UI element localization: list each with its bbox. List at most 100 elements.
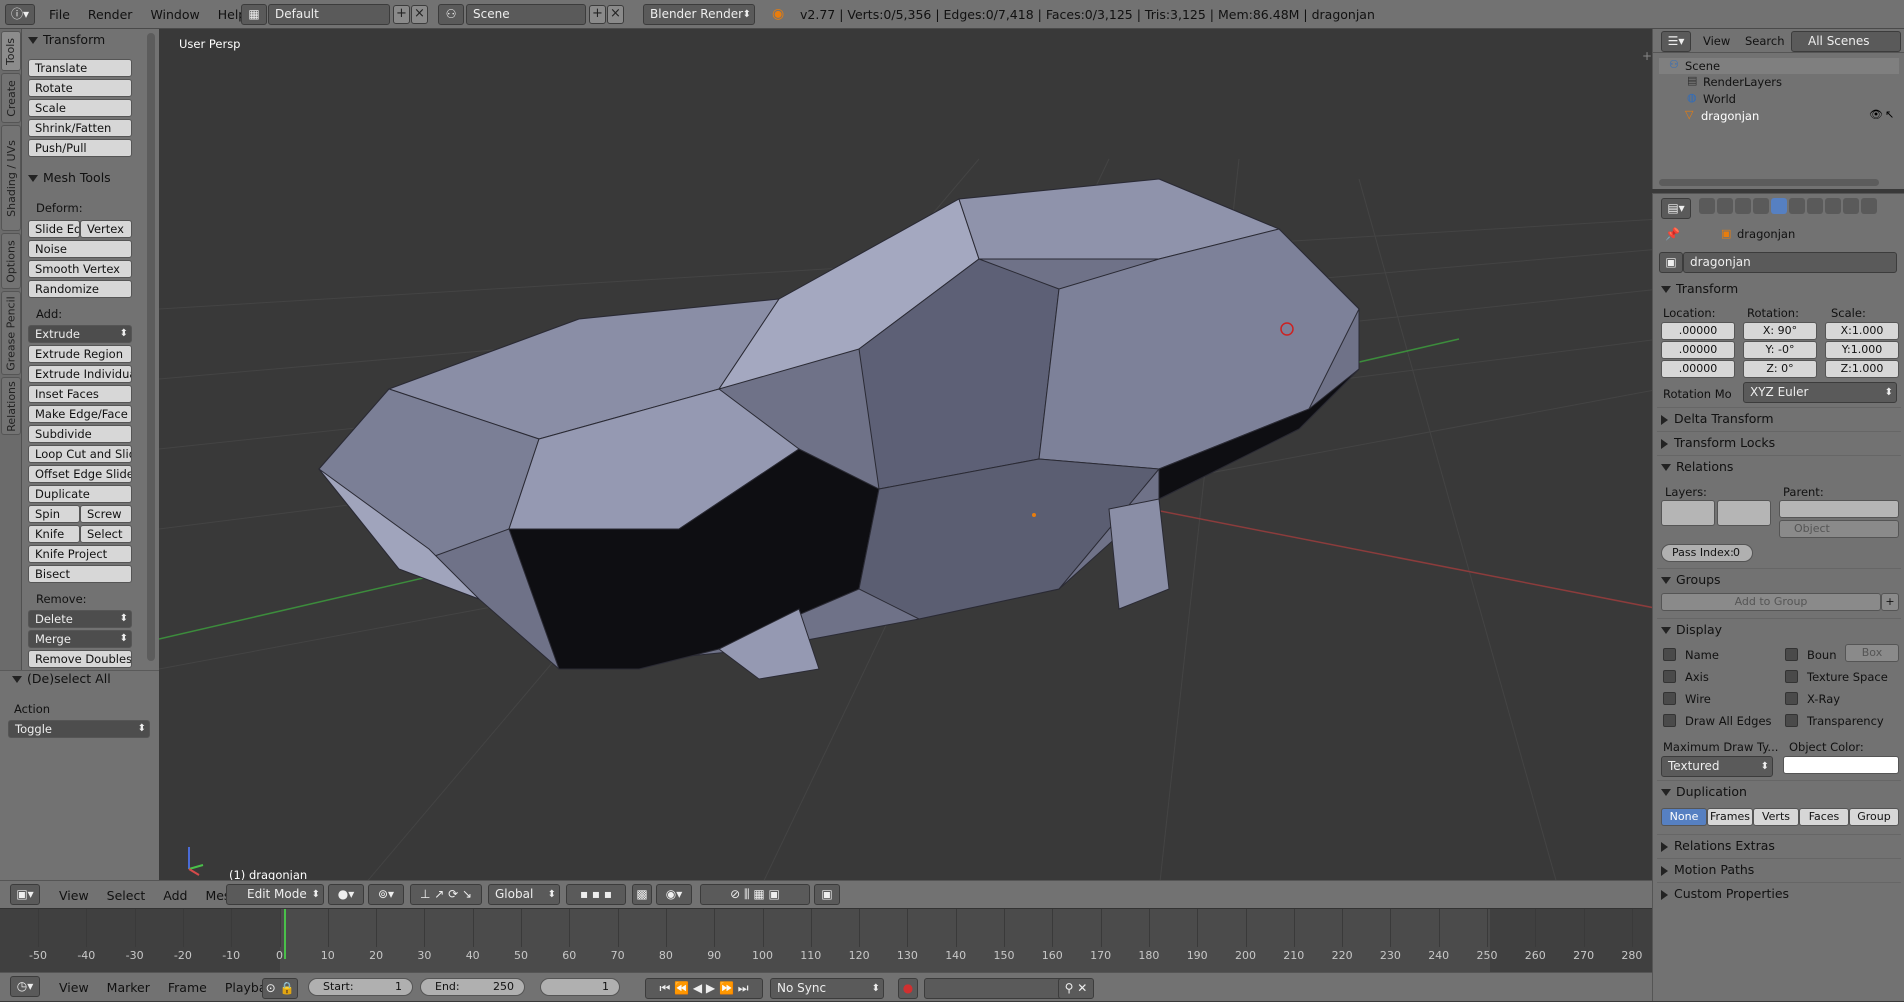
- spin-button[interactable]: Spin: [28, 505, 80, 523]
- parent-type-select[interactable]: Object: [1779, 520, 1899, 538]
- slide-edge-button[interactable]: Slide Ed: [28, 220, 80, 238]
- make-edge-face-button[interactable]: Make Edge/Face: [28, 405, 132, 423]
- bounds-checkbox[interactable]: [1785, 648, 1798, 661]
- pass-index-field[interactable]: Pass Index: 0: [1661, 544, 1753, 562]
- outliner-menu-search[interactable]: Search: [1745, 34, 1785, 48]
- info-editor-icon[interactable]: ⓘ▾: [5, 4, 35, 25]
- smooth-vertex-button[interactable]: Smooth Vertex: [28, 260, 132, 278]
- bisect-button[interactable]: Bisect: [28, 565, 132, 583]
- relations-extras-header[interactable]: Relations Extras: [1661, 838, 1775, 853]
- translate-button[interactable]: Translate: [28, 59, 132, 77]
- editor-type-icon[interactable]: ▣▾: [10, 884, 40, 905]
- name-checkbox[interactable]: [1663, 648, 1676, 661]
- menu-file[interactable]: File: [40, 0, 79, 29]
- outliner-scrollbar[interactable]: [1659, 179, 1879, 186]
- remove-layout-icon[interactable]: ×: [411, 5, 428, 24]
- tab-options[interactable]: Options: [1, 233, 21, 289]
- render-tab-icon[interactable]: [1699, 198, 1715, 214]
- noise-button[interactable]: Noise: [28, 240, 132, 258]
- extrude-individual-button[interactable]: Extrude Individual: [28, 365, 132, 383]
- visibility-eye-icon[interactable]: 👁: [1869, 108, 1883, 121]
- preview-range-icon[interactable]: ⊙ 🔒: [262, 978, 298, 999]
- remove-doubles-button[interactable]: Remove Doubles: [28, 650, 132, 668]
- menu-marker[interactable]: Marker: [98, 973, 159, 1002]
- merge-select[interactable]: Merge: [28, 630, 132, 648]
- delete-select[interactable]: Delete: [28, 610, 132, 628]
- playhead[interactable]: [284, 909, 286, 959]
- location-z-field[interactable]: .00000: [1661, 360, 1735, 378]
- layers-tab-icon[interactable]: [1717, 198, 1733, 214]
- viewport-expand-icon[interactable]: +: [1642, 49, 1652, 63]
- outliner-filter-select[interactable]: All Scenes: [1791, 31, 1901, 52]
- outliner-row-dragonjan[interactable]: ▽ dragonjan 👁 ↖: [1659, 108, 1899, 124]
- motion-paths-header[interactable]: Motion Paths: [1661, 862, 1754, 877]
- location-x-field[interactable]: .00000: [1661, 322, 1735, 340]
- mode-select[interactable]: Edit Mode: [226, 884, 324, 905]
- randomize-button[interactable]: Randomize: [28, 280, 132, 298]
- layers-grid-b[interactable]: [1717, 500, 1771, 526]
- tab-tools[interactable]: Tools: [1, 31, 21, 71]
- proportional-icon[interactable]: ◉▾: [656, 884, 692, 905]
- current-frame-field[interactable]: 1: [540, 978, 620, 996]
- orientation-select[interactable]: Global: [488, 884, 560, 905]
- delta-transform-header[interactable]: Delta Transform: [1661, 411, 1774, 426]
- manipulator-icons[interactable]: ⊥ ↗ ⟳ ↘: [410, 884, 482, 905]
- transform-locks-header[interactable]: Transform Locks: [1661, 435, 1775, 450]
- tab-shading-uvs[interactable]: Shading / UVs: [1, 125, 21, 231]
- tab-grease-pencil[interactable]: Grease Pencil: [1, 291, 21, 375]
- scene-field[interactable]: Scene: [466, 4, 586, 25]
- pin-icon[interactable]: 📌: [1665, 227, 1680, 241]
- extrude-select[interactable]: Extrude: [28, 325, 132, 343]
- shading-icon[interactable]: ●▾: [328, 884, 364, 905]
- dup-faces-button[interactable]: Faces: [1799, 808, 1849, 826]
- pivot-icon[interactable]: ⊚▾: [368, 884, 404, 905]
- scale-button[interactable]: Scale: [28, 99, 132, 117]
- groups-header[interactable]: Groups: [1661, 572, 1721, 587]
- draw-all-edges-checkbox[interactable]: [1663, 714, 1676, 727]
- object-datablock-icon[interactable]: ▣: [1659, 252, 1683, 273]
- object-name-field[interactable]: dragonjan: [1683, 252, 1897, 273]
- max-draw-select[interactable]: Textured: [1661, 756, 1773, 777]
- outliner-row-scene[interactable]: ⚇ Scene: [1659, 58, 1899, 74]
- tab-create[interactable]: Create: [1, 73, 21, 123]
- screw-button[interactable]: Screw: [80, 505, 132, 523]
- menu-frame[interactable]: Frame: [159, 973, 216, 1002]
- menu-timeline-view[interactable]: View: [50, 973, 98, 1002]
- relations-header[interactable]: Relations: [1661, 459, 1733, 474]
- snap-icons[interactable]: ⊘ ⫼ ▦ ▣: [700, 884, 810, 905]
- screen-layout-icon[interactable]: ▦: [241, 4, 267, 25]
- offset-edge-slide-button[interactable]: Offset Edge Slide: [28, 465, 132, 483]
- transform-panel-header[interactable]: Transform: [28, 32, 105, 47]
- xray-checkbox[interactable]: [1785, 692, 1798, 705]
- record-icon[interactable]: ●: [898, 978, 918, 999]
- object-tab-icon[interactable]: [1771, 198, 1787, 214]
- scale-z-field[interactable]: Z:1.000: [1825, 360, 1899, 378]
- playback-controls-icons[interactable]: ⏮ ⏪ ◀ ▶ ⏩ ⏭: [645, 978, 763, 999]
- render-icons[interactable]: ▣: [814, 884, 840, 905]
- operator-panel-header[interactable]: (De)select All: [12, 671, 111, 686]
- add-layout-icon[interactable]: +: [393, 5, 410, 24]
- knife-select-button[interactable]: Select: [80, 525, 132, 543]
- inset-faces-button[interactable]: Inset Faces: [28, 385, 132, 403]
- constraints-tab-icon[interactable]: [1789, 198, 1805, 214]
- outliner-row-renderlayers[interactable]: ▤ RenderLayers: [1659, 74, 1899, 90]
- duplication-header[interactable]: Duplication: [1661, 784, 1747, 799]
- rotate-button[interactable]: Rotate: [28, 79, 132, 97]
- shelf-scrollbar[interactable]: [147, 33, 155, 661]
- knife-button[interactable]: Knife: [28, 525, 80, 543]
- keying-set-field[interactable]: [924, 978, 1064, 999]
- add-scene-icon[interactable]: +: [589, 5, 606, 24]
- layers-grid-a[interactable]: [1661, 500, 1715, 526]
- render-engine-select[interactable]: Blender Render: [643, 4, 755, 25]
- start-frame-field[interactable]: Start: 1: [308, 978, 413, 996]
- scene-icon[interactable]: ⚇: [438, 4, 464, 25]
- dup-verts-button[interactable]: Verts: [1753, 808, 1799, 826]
- end-frame-field[interactable]: End: 250: [420, 978, 525, 996]
- shrink-fatten-button[interactable]: Shrink/Fatten: [28, 119, 132, 137]
- select-cursor-icon[interactable]: ↖: [1885, 108, 1894, 121]
- select-mode-icons[interactable]: ▪ ▪ ▪: [566, 884, 626, 905]
- texture-tab-icon[interactable]: [1861, 198, 1877, 214]
- occlude-icon[interactable]: ▩: [632, 884, 652, 905]
- 3d-viewport[interactable]: User Persp (1) dragonjan +: [159, 29, 1660, 891]
- outliner-editor-icon[interactable]: ☰▾: [1661, 31, 1691, 52]
